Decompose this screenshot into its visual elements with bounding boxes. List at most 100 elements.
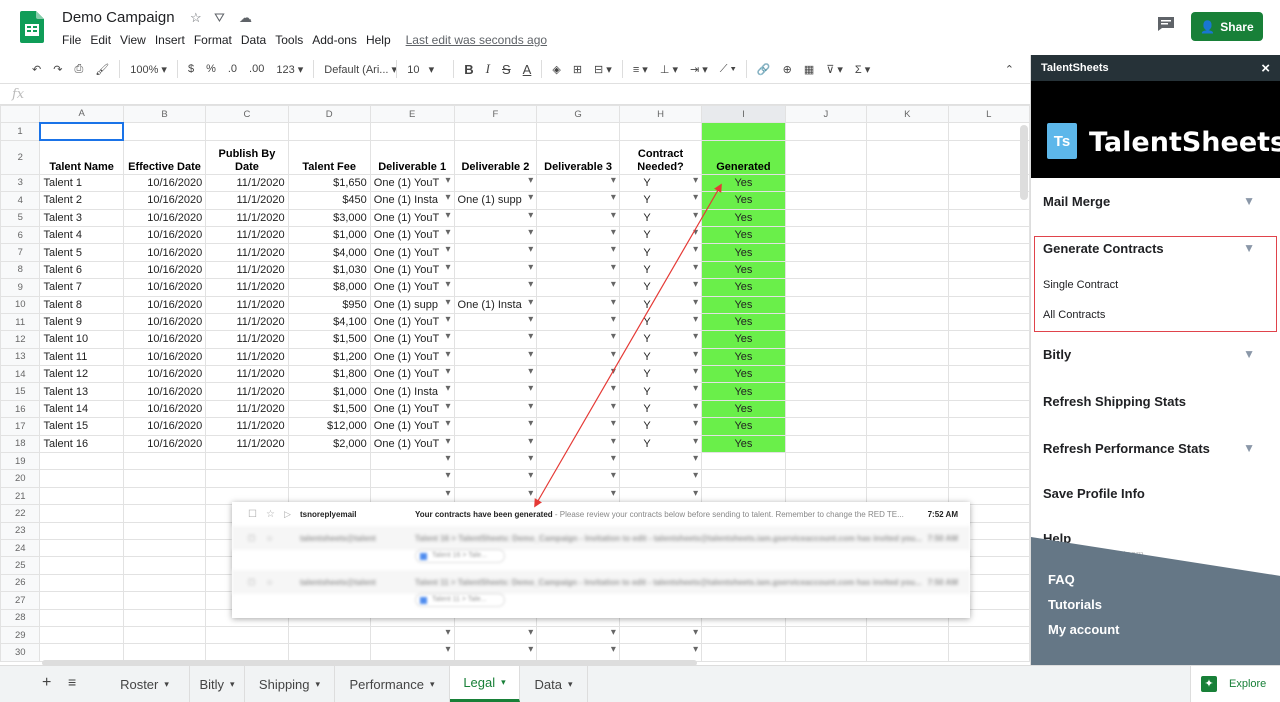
cell[interactable]: Y [618,382,703,401]
cell[interactable]: 10/16/2020 [122,260,207,280]
cell[interactable] [536,312,620,332]
cell[interactable] [947,243,1030,262]
move-to-drive-icon[interactable]: ⛛ [214,10,225,26]
cell[interactable] [947,312,1030,332]
tab-roster[interactable]: Roster ▾ [100,666,190,702]
cell[interactable]: Y [618,278,703,297]
cell[interactable]: 11/1/2020 [205,278,289,297]
cell[interactable]: Yes [701,382,786,401]
text-wrap-icon[interactable]: ⇥ ▾ [684,63,714,76]
cell[interactable] [866,399,949,419]
cell[interactable]: One (1) YouT [369,434,455,454]
cell[interactable] [453,434,538,454]
cell[interactable]: Talent 13 [39,382,124,401]
cell[interactable]: 10/16/2020 [122,312,207,332]
row-header[interactable]: 9 [0,278,41,297]
cell[interactable] [784,295,868,314]
chevron-down-icon[interactable]: ▾ [164,679,169,690]
cell[interactable] [369,625,455,645]
cell[interactable] [205,122,289,141]
currency-format-button[interactable]: $ [182,63,200,75]
cell[interactable]: Talent 15 [39,417,124,436]
insert-comment-icon[interactable]: ⊕ [777,63,798,76]
cell[interactable]: 10/16/2020 [122,382,207,401]
cell[interactable] [453,260,538,280]
cell[interactable]: Yes [701,191,786,210]
share-button[interactable]: 👤 Share [1191,12,1263,41]
cell[interactable] [866,208,949,227]
more-formats-select[interactable]: 123 ▾ [270,63,309,76]
cell[interactable] [38,121,125,142]
cell[interactable] [866,347,949,367]
cell[interactable] [369,469,455,488]
cell[interactable] [39,573,124,593]
row-header[interactable]: 20 [0,469,41,488]
column-header-a[interactable]: A [39,105,124,124]
header-cell[interactable] [784,139,868,175]
row-header[interactable]: 19 [0,452,41,471]
row-header[interactable]: 15 [0,382,41,401]
cell[interactable]: 10/16/2020 [122,173,207,193]
cell[interactable] [122,469,207,488]
cell[interactable]: Yes [701,225,786,245]
cell[interactable]: 10/16/2020 [122,208,207,227]
cell[interactable]: $12,000 [287,417,371,436]
close-icon[interactable]: × [1261,60,1270,77]
cell[interactable] [453,625,538,645]
vertical-scrollbar[interactable] [1020,125,1028,200]
cell[interactable]: Talent 5 [39,243,124,262]
cell[interactable] [784,243,868,262]
cell[interactable] [784,225,868,245]
cell[interactable]: $1,800 [287,365,371,384]
cell[interactable]: Talent 2 [39,191,124,210]
cell[interactable]: Y [618,243,703,262]
row-header[interactable]: 11 [0,312,41,332]
row-header[interactable]: 13 [0,347,41,367]
column-header-j[interactable]: J [784,105,868,124]
cell[interactable] [536,122,620,141]
cell[interactable] [536,330,620,349]
cell[interactable]: One (1) supp [369,295,455,314]
cell[interactable]: 11/1/2020 [205,225,289,245]
cell[interactable] [947,191,1030,210]
cell[interactable] [453,469,538,488]
column-header-b[interactable]: B [122,105,207,124]
cell[interactable] [866,434,949,454]
cell[interactable] [205,452,289,471]
cell[interactable]: 10/16/2020 [122,295,207,314]
cell[interactable] [784,452,868,471]
cell[interactable] [866,122,949,141]
cell[interactable]: Y [618,417,703,436]
cell[interactable] [536,625,620,645]
cell[interactable] [947,260,1030,280]
header-cell[interactable]: Talent Name [39,139,124,175]
cell[interactable]: One (1) YouT [369,278,455,297]
row-header[interactable]: 10 [0,295,41,314]
chevron-down-icon[interactable]: ▾ [501,677,506,688]
percent-format-button[interactable]: % [200,63,222,75]
mail-merge-item[interactable]: Mail Merge ▼ [1043,194,1273,209]
cell[interactable]: Talent 4 [39,225,124,245]
menu-format[interactable]: Format [194,33,232,47]
vertical-align-icon[interactable]: ⊥ ▾ [654,63,684,76]
single-contract-link[interactable]: Single Contract [1043,279,1118,291]
cell[interactable]: Talent 9 [39,312,124,332]
cell[interactable] [453,399,538,419]
cell[interactable]: Y [618,347,703,367]
cell[interactable] [947,399,1030,419]
column-header-d[interactable]: D [287,105,371,124]
cell[interactable] [453,347,538,367]
row-header[interactable]: 26 [0,573,41,593]
row-header[interactable]: 24 [0,538,41,558]
cell[interactable] [784,278,868,297]
row-header[interactable]: 23 [0,521,41,540]
cell[interactable] [701,643,786,662]
cell[interactable]: Talent 8 [39,295,124,314]
cell[interactable]: Y [618,260,703,280]
explore-button[interactable]: ✦ Explore [1190,666,1280,702]
cell[interactable] [784,347,868,367]
faq-link[interactable]: FAQ [1048,572,1075,587]
cell[interactable] [453,365,538,384]
column-header-k[interactable]: K [866,105,949,124]
cell[interactable] [866,417,949,436]
